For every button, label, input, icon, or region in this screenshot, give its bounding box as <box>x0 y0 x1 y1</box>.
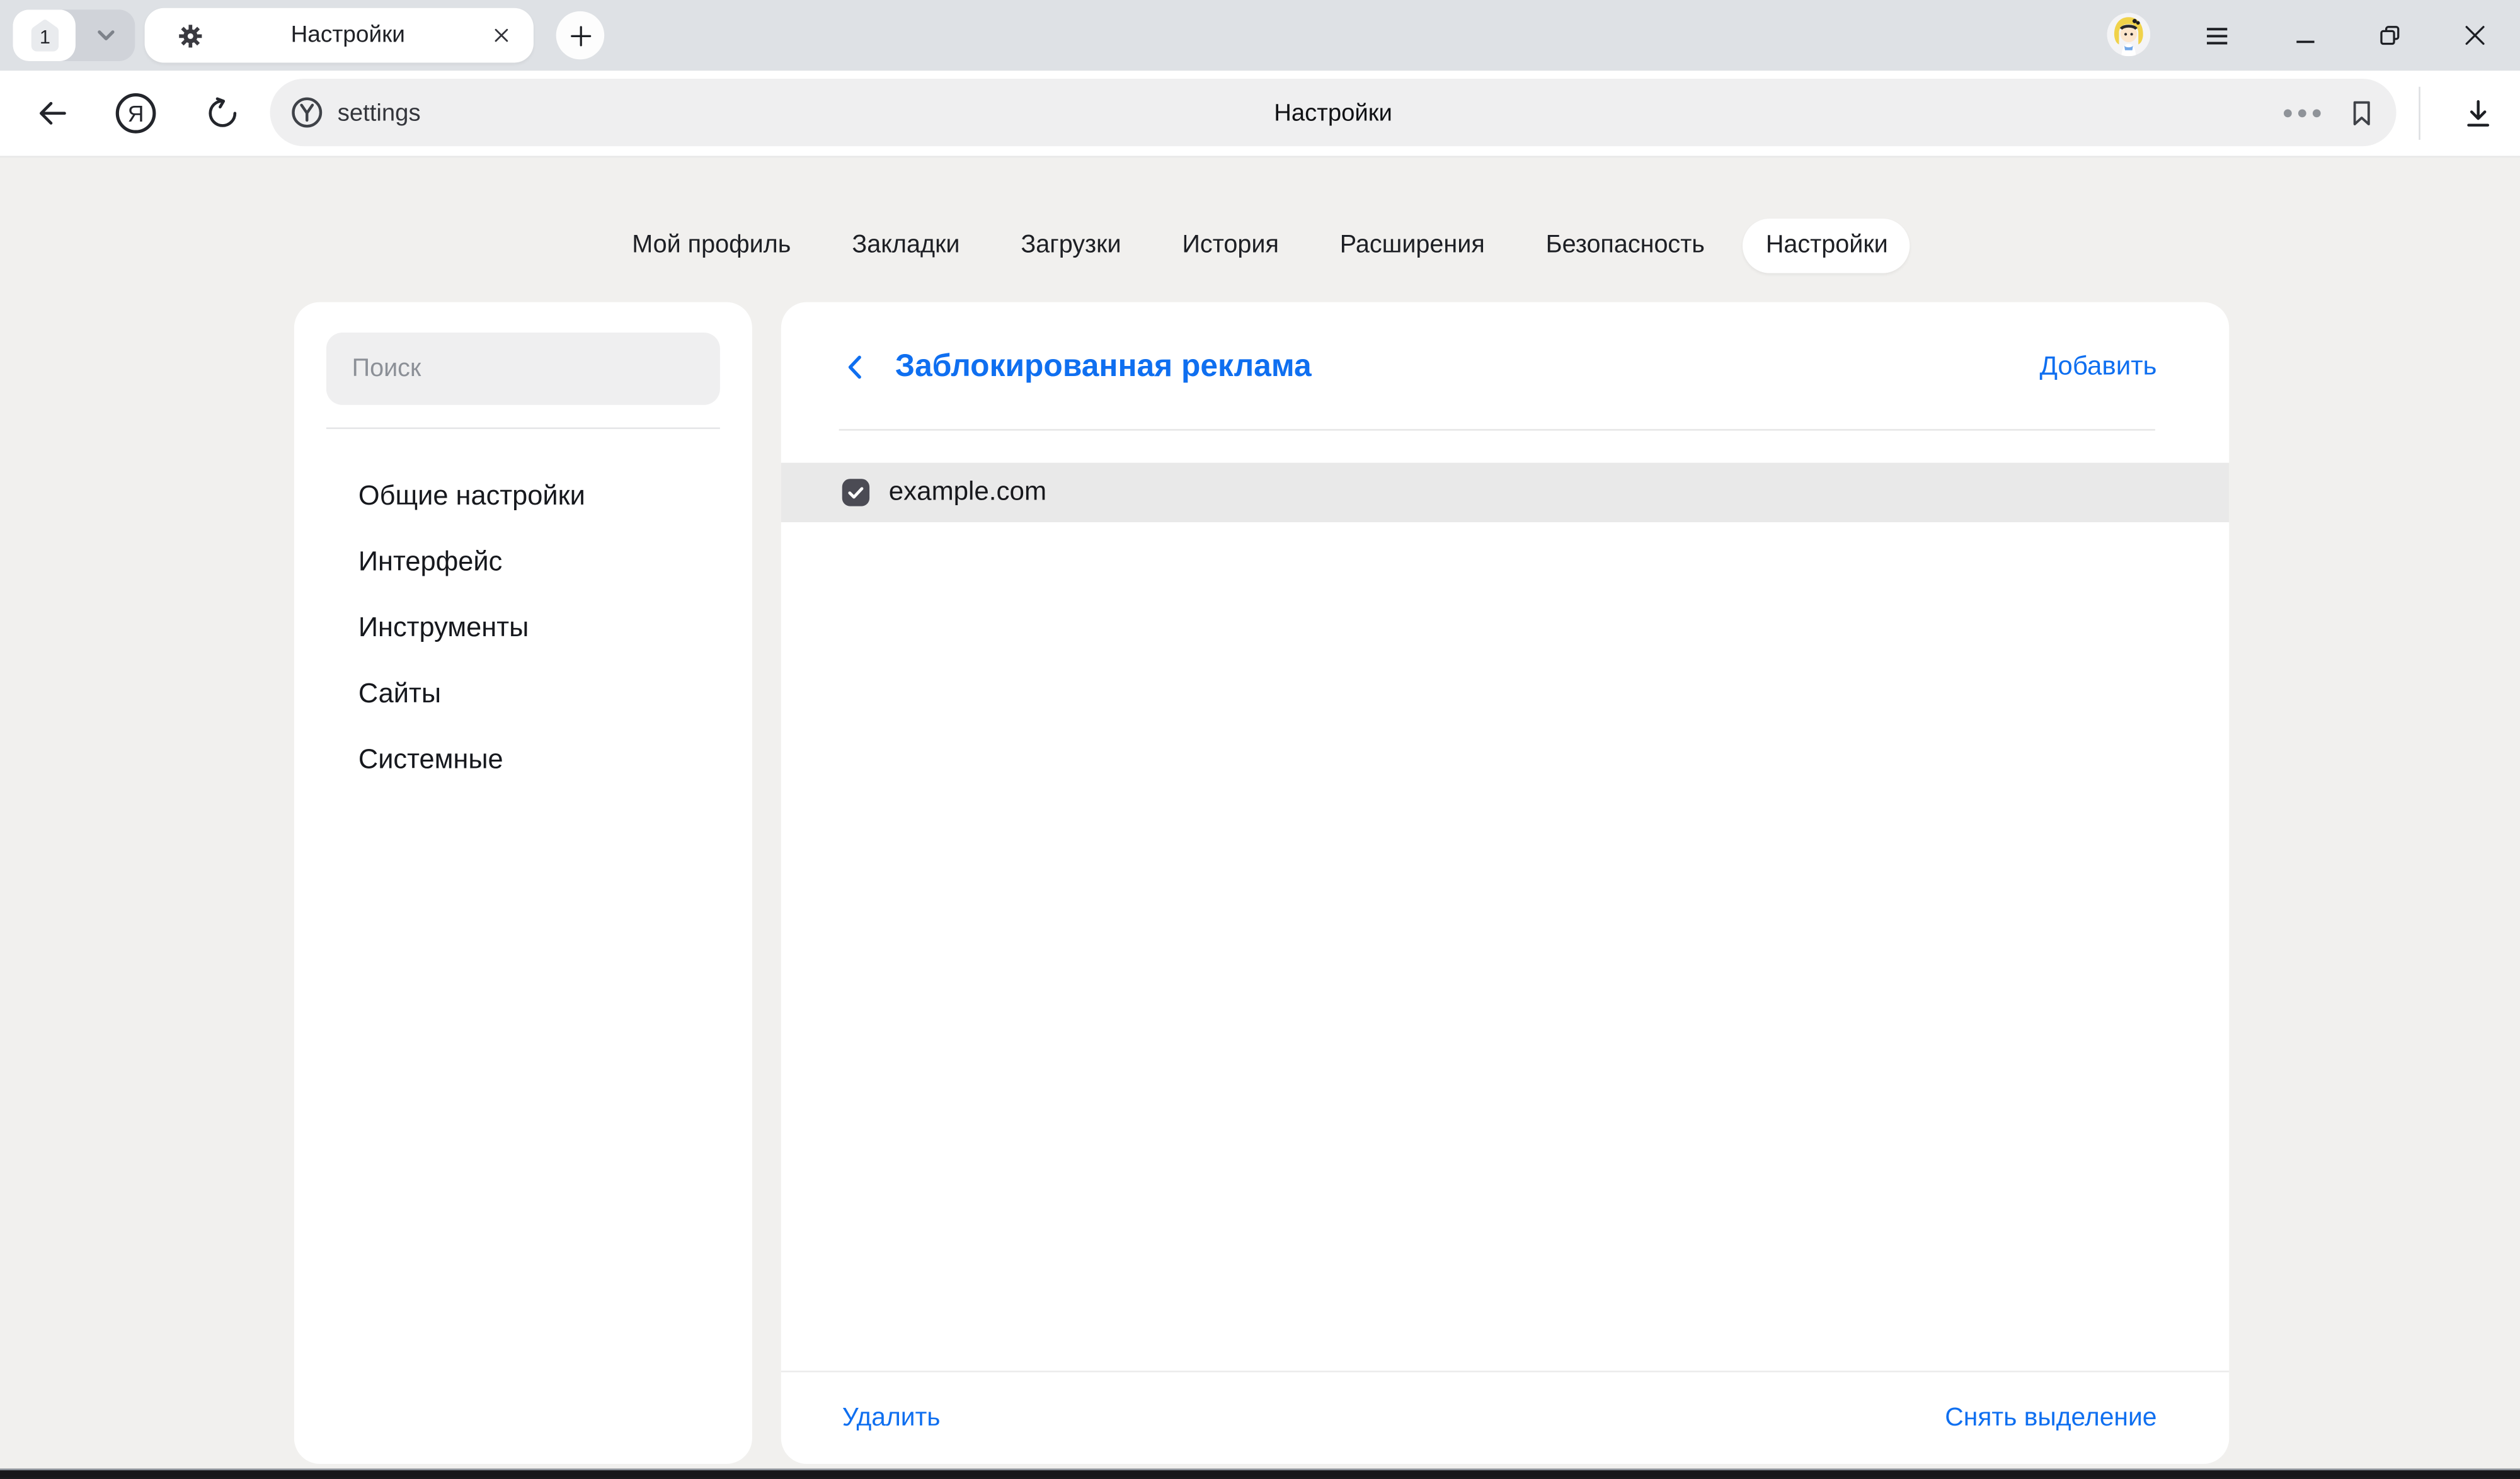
sidebar-item-general[interactable]: Общие настройки <box>358 463 720 529</box>
add-button[interactable]: Добавить <box>2039 352 2156 382</box>
new-tab-button[interactable] <box>556 11 605 60</box>
tab-security[interactable]: Безопасность <box>1523 219 1727 273</box>
reload-icon <box>203 95 241 132</box>
svg-text:1: 1 <box>39 26 50 48</box>
tab-history[interactable]: История <box>1160 219 1302 273</box>
minimize-icon <box>2289 20 2320 50</box>
download-icon <box>2461 96 2496 131</box>
settings-section-tabs: Мой профиль Закладки Загрузки История Ра… <box>610 219 1911 273</box>
plus-icon <box>566 21 593 49</box>
tab-group-control[interactable]: 1 <box>13 9 135 61</box>
tab-counter-shield-icon: 1 <box>25 16 64 55</box>
back-button[interactable] <box>23 71 81 156</box>
tab-counter[interactable]: 1 <box>13 9 75 61</box>
tab-bookmarks[interactable]: Закладки <box>830 219 983 273</box>
search-input[interactable] <box>326 333 720 405</box>
tab-downloads[interactable]: Загрузки <box>999 219 1144 273</box>
toolbar-divider <box>2419 87 2420 140</box>
deselect-button[interactable]: Снять выделение <box>1945 1405 2156 1434</box>
sidebar-item-interface[interactable]: Интерфейс <box>358 528 720 595</box>
address-query[interactable]: settings <box>338 99 421 126</box>
sidebar-item-sites[interactable]: Сайты <box>358 660 720 726</box>
address-page-title: Настройки <box>270 99 2397 126</box>
restore-button[interactable] <box>2374 20 2406 52</box>
yandex-home-button[interactable]: Я <box>106 71 164 156</box>
back-arrow-icon <box>33 95 70 132</box>
header-divider <box>839 429 2155 431</box>
tab-strip: 1 <box>0 0 2520 71</box>
blocked-ad-row[interactable]: example.com <box>781 463 2229 522</box>
minimize-button[interactable] <box>2289 20 2321 52</box>
browser-menu-button[interactable] <box>2200 20 2232 52</box>
delete-button[interactable]: Удалить <box>842 1405 941 1434</box>
tab-group-dropdown[interactable] <box>76 9 135 61</box>
sidebar-divider <box>326 428 720 430</box>
tab-close-icon[interactable] <box>492 26 512 45</box>
bookmark-icon[interactable] <box>2346 97 2376 127</box>
reload-button[interactable] <box>193 71 251 156</box>
sidebar-list: Общие настройки Интерфейс Инструменты Са… <box>358 463 720 792</box>
svg-text:Я: Я <box>127 101 143 127</box>
panel-back-button[interactable] <box>839 350 873 384</box>
address-more-button[interactable] <box>2284 108 2321 117</box>
yandex-logo-icon: Я <box>113 91 157 135</box>
tab-settings[interactable]: Настройки <box>1743 219 1910 273</box>
blocked-domain: example.com <box>889 477 1046 508</box>
tab-extensions[interactable]: Расширения <box>1317 219 1507 273</box>
panel-footer: Удалить Снять выделение <box>781 1373 2229 1464</box>
window-close-button[interactable] <box>2459 20 2491 52</box>
navigation-toolbar: Я settings Настройки <box>0 71 2520 157</box>
page-title: Заблокированная реклама <box>895 349 1312 386</box>
browser-window: 1 <box>0 0 2520 1479</box>
downloads-button[interactable] <box>2446 71 2511 156</box>
blocked-ads-panel: Заблокированная реклама Добавить example… <box>781 302 2229 1464</box>
gear-icon <box>177 21 204 49</box>
tab-title: Настройки <box>204 23 492 49</box>
close-icon <box>2461 21 2490 50</box>
hamburger-icon <box>2201 20 2231 50</box>
site-favicon-icon <box>289 95 324 130</box>
chevron-down-icon <box>89 20 122 52</box>
sidebar-item-tools[interactable]: Инструменты <box>358 595 720 661</box>
row-checkbox[interactable] <box>842 479 869 506</box>
profile-avatar[interactable] <box>2107 13 2150 56</box>
address-bar[interactable]: settings Настройки <box>270 79 2397 146</box>
sidebar-item-system[interactable]: Системные <box>358 726 720 792</box>
chevron-left-icon <box>839 350 873 384</box>
restore-icon <box>2375 21 2404 50</box>
browser-tab-settings[interactable]: Настройки <box>145 8 534 63</box>
panel-header: Заблокированная реклама Добавить <box>781 302 2229 430</box>
window-bottom-edge <box>0 1470 2520 1479</box>
settings-sidebar: Общие настройки Интерфейс Инструменты Са… <box>294 302 752 1464</box>
tab-my-profile[interactable]: Мой профиль <box>610 219 814 273</box>
check-icon <box>845 482 866 503</box>
